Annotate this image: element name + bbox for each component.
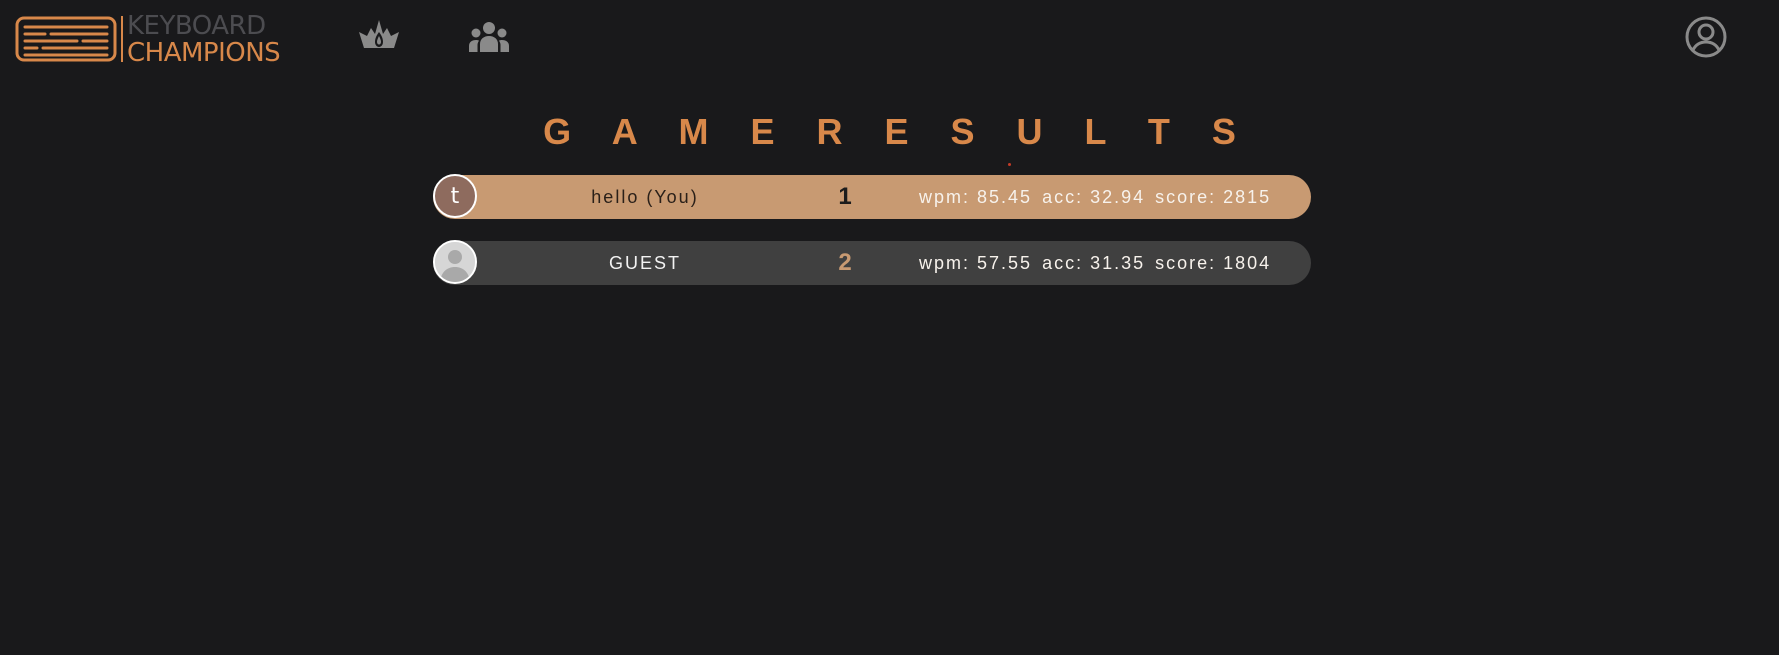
team-icon[interactable] xyxy=(467,20,511,56)
player-name: hello (You) xyxy=(591,187,699,207)
brand-name-line2: CHAMPIONS xyxy=(127,37,281,68)
keyboard-logo-icon xyxy=(15,16,117,62)
status-dot xyxy=(1008,163,1011,166)
avatar[interactable]: t xyxy=(433,174,477,218)
crown-icon[interactable] xyxy=(357,18,401,54)
score-value: score: 1804 xyxy=(1155,253,1272,273)
page-title: G A M E R E S U L T S xyxy=(543,111,1252,152)
wpm-value: wpm: 85.45 xyxy=(919,187,1033,207)
account-circle-icon[interactable] xyxy=(1684,15,1728,59)
player-place: 1 xyxy=(838,183,852,210)
brand-name-line1: KEYBOARD xyxy=(127,10,266,41)
result-row-1: t hello (You) 1 wpm: 85.45 acc: 32.94 scor… xyxy=(433,174,1311,219)
brand-logo[interactable]: KEYBOARD CHAMPIONS xyxy=(15,10,281,68)
brand-name: KEYBOARD CHAMPIONS xyxy=(127,10,281,68)
logo-divider xyxy=(121,16,123,62)
wpm-value: wpm: 57.55 xyxy=(919,253,1033,273)
page: KEYBOARD CHAMPIONS G A M E R E S U L T S… xyxy=(0,0,1779,655)
guest-avatar-icon xyxy=(435,242,475,282)
player-stats: wpm: 57.55 acc: 31.35 score: 1804 xyxy=(919,241,1281,285)
player-name: GUEST xyxy=(608,253,681,273)
accuracy-value: acc: 31.35 xyxy=(1042,253,1146,273)
player-place: 2 xyxy=(838,249,852,276)
accuracy-value: acc: 32.94 xyxy=(1042,187,1146,207)
result-row-2: GUEST 2 wpm: 57.55 acc: 31.35 score: 1804 xyxy=(433,240,1311,285)
avatar[interactable] xyxy=(433,240,477,284)
player-stats: wpm: 85.45 acc: 32.94 score: 2815 xyxy=(919,175,1281,219)
score-value: score: 2815 xyxy=(1155,187,1272,207)
avatar-letter: t xyxy=(450,183,460,209)
